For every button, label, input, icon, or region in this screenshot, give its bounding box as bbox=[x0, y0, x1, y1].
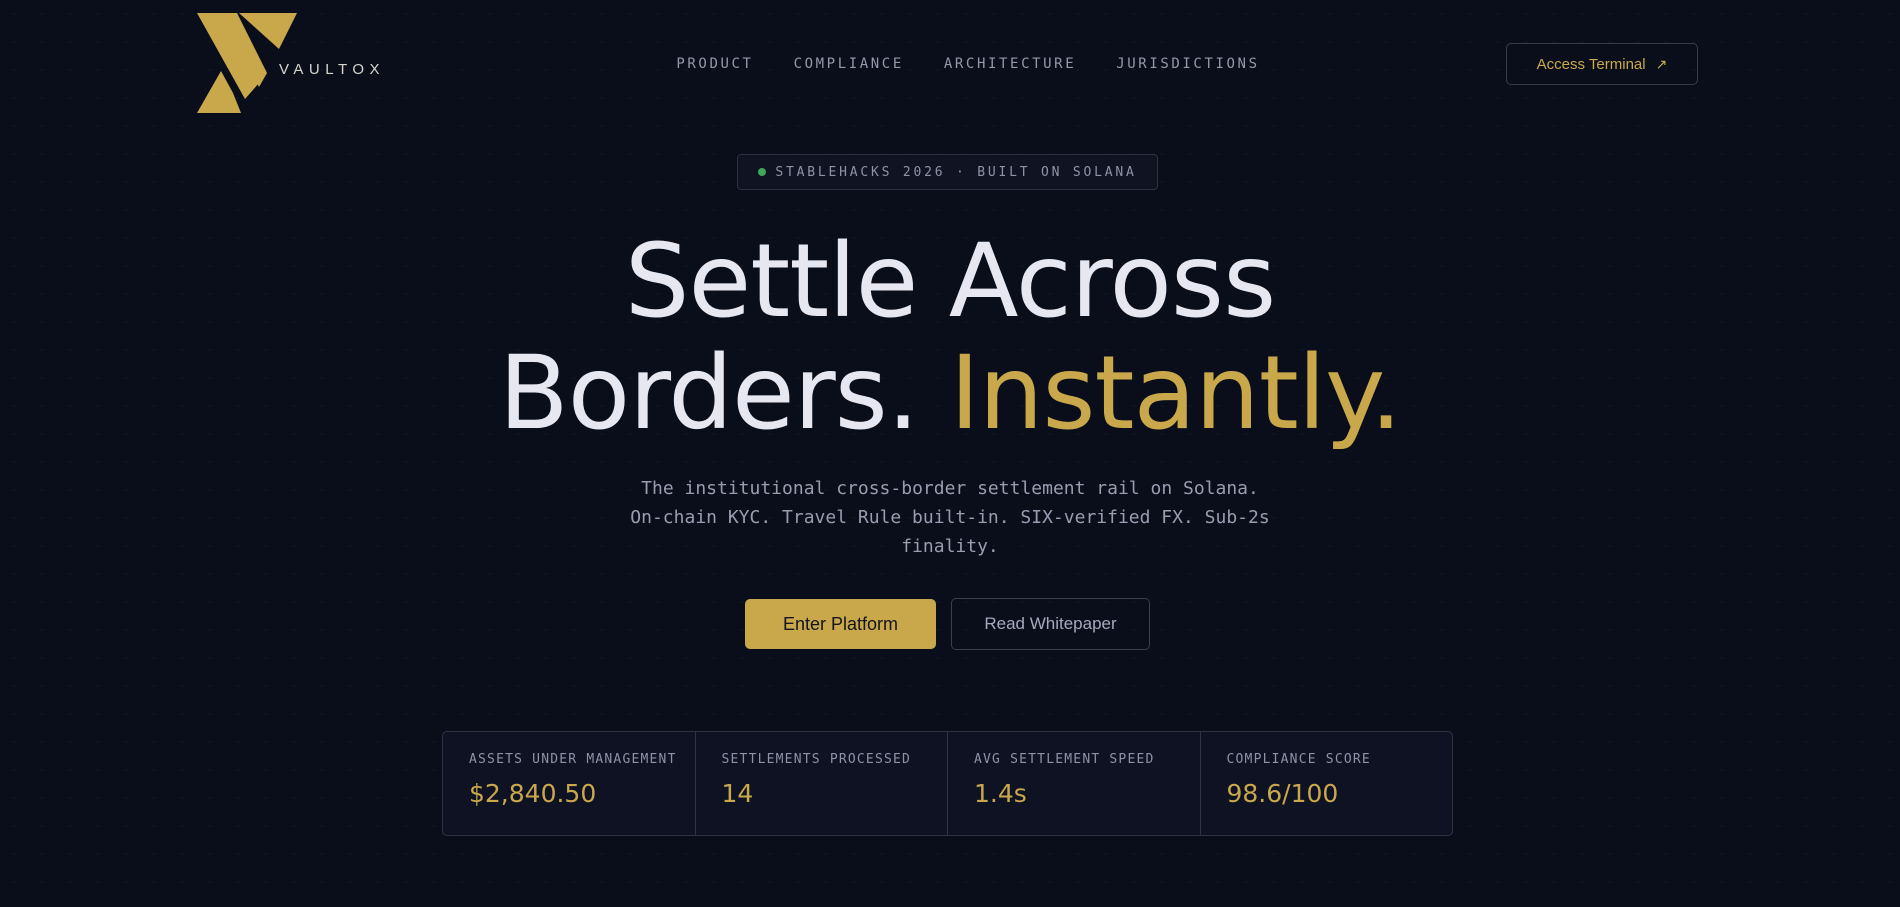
event-badge: STABLEHACKS 2026 · BUILT ON SOLANA bbox=[737, 154, 1158, 190]
hero-headline-line2: Borders. Instantly. bbox=[0, 334, 1900, 453]
subtitle-line: finality. bbox=[901, 536, 999, 557]
event-badge-text: STABLEHACKS 2026 · BUILT ON SOLANA bbox=[775, 164, 1137, 180]
nav-item-architecture[interactable]: ARCHITECTURE bbox=[944, 56, 1076, 72]
stat-value: 14 bbox=[721, 779, 754, 808]
access-terminal-label: Access Terminal bbox=[1536, 55, 1646, 73]
enter-platform-button[interactable]: Enter Platform bbox=[745, 599, 936, 649]
hero-subtitle: The institutional cross-border settlemen… bbox=[0, 474, 1900, 561]
stat-card-settlements: SETTLEMENTS PROCESSED 14 bbox=[696, 732, 948, 835]
stat-value: 1.4s bbox=[974, 779, 1027, 808]
hero-headline-line1: Settle Across bbox=[624, 222, 1276, 341]
nav-item-jurisdictions[interactable]: JURISDICTIONS bbox=[1116, 56, 1259, 72]
stats-panel: ASSETS UNDER MANAGEMENT $2,840.50 SETTLE… bbox=[442, 731, 1453, 836]
stat-value: $2,840.50 bbox=[469, 779, 597, 808]
read-whitepaper-button[interactable]: Read Whitepaper bbox=[951, 598, 1150, 650]
headline-borders: Borders. bbox=[498, 334, 920, 453]
stat-label: AVG SETTLEMENT SPEED bbox=[974, 752, 1155, 767]
headline-instantly: Instantly. bbox=[949, 334, 1403, 453]
stat-label: COMPLIANCE SCORE bbox=[1226, 752, 1371, 767]
stat-card-speed: AVG SETTLEMENT SPEED 1.4s bbox=[948, 732, 1201, 835]
stat-card-compliance: COMPLIANCE SCORE 98.6/100 bbox=[1201, 732, 1453, 835]
access-terminal-button[interactable]: Access Terminal ↗ bbox=[1506, 43, 1698, 85]
nav-item-product[interactable]: PRODUCT bbox=[676, 56, 753, 72]
subtitle-line: On-chain KYC. Travel Rule built-in. SIX-… bbox=[630, 507, 1270, 528]
nav-item-compliance[interactable]: COMPLIANCE bbox=[794, 56, 904, 72]
stat-label: ASSETS UNDER MANAGEMENT bbox=[469, 752, 677, 767]
stat-value: 98.6/100 bbox=[1226, 779, 1339, 808]
stat-label: SETTLEMENTS PROCESSED bbox=[721, 752, 912, 767]
subtitle-line: The institutional cross-border settlemen… bbox=[641, 478, 1259, 499]
stat-card-aum: ASSETS UNDER MANAGEMENT $2,840.50 bbox=[443, 732, 696, 835]
status-dot-icon bbox=[758, 168, 767, 176]
arrow-up-right-icon: ↗ bbox=[1655, 55, 1668, 72]
